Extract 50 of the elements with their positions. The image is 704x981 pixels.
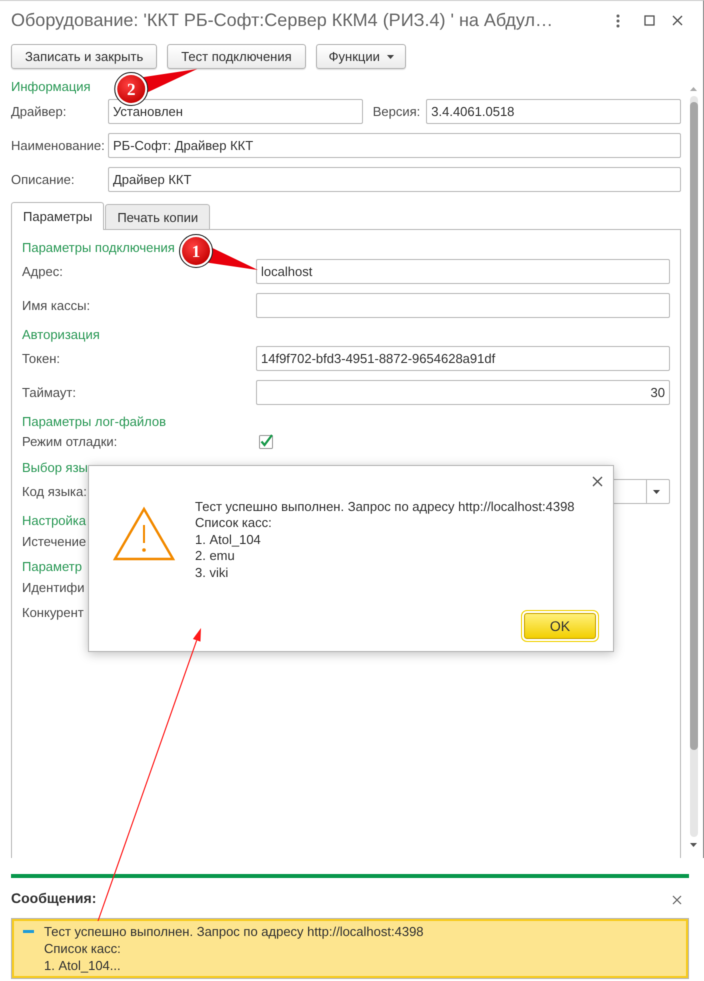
text-field[interactable]: Драйвер ККТ (108, 167, 681, 192)
maximize-icon[interactable] (644, 15, 655, 26)
section-header: Информация (11, 79, 91, 95)
messages-title: Сообщения: (11, 890, 96, 906)
close-icon[interactable] (672, 15, 683, 26)
numbered-callout: 2 (114, 69, 198, 106)
section-header: Параметры лог-файлов (22, 414, 166, 430)
text-field[interactable] (256, 293, 670, 318)
message-text: Тест успешно выполнен. Запрос по адресу http://localhost:4398 Список касс: 1. Atol_104... (44, 923, 424, 974)
field-label: Описание: (11, 172, 74, 187)
field-label: Адрес: (22, 264, 63, 279)
field-label: Код языка: (22, 484, 87, 499)
scroll-down-icon[interactable] (690, 843, 697, 847)
field-label: Конкурент (22, 604, 84, 620)
text-field[interactable]: localhost (256, 259, 670, 284)
section-header: Выбор язы (22, 460, 88, 476)
section-header: Настройка (22, 513, 86, 529)
field-label: Имя кассы: (22, 298, 90, 313)
section-header: Параметры подключения (22, 240, 175, 256)
text-field[interactable]: РБ-Софт: Драйвер ККТ (108, 133, 681, 158)
checkbox[interactable] (258, 433, 274, 450)
save-and-close-button[interactable]: Записать и закрыть (11, 44, 158, 69)
section-header: Авторизация (22, 327, 100, 343)
number-field[interactable]: 30 (256, 380, 670, 405)
field-label: Драйвер: (11, 104, 66, 119)
caret-icon (386, 54, 394, 58)
warning-icon (113, 506, 175, 562)
numbered-callout: 1 (179, 234, 258, 270)
field-label: Наименование: (11, 138, 105, 153)
text-field[interactable]: 14f9f702-bfd3-4951-8872-9654628a91df (256, 346, 670, 371)
tab[interactable]: Печать копии (105, 204, 210, 229)
text-field[interactable]: Установлен (108, 99, 363, 124)
field-label: Таймаут: (22, 385, 76, 400)
field-label: Истечение (22, 534, 86, 548)
test-connection-button[interactable]: Тест подключения (167, 44, 306, 69)
field-label: Идентифи (22, 580, 85, 594)
close-icon[interactable] (592, 476, 603, 486)
caret-icon (652, 490, 660, 494)
kebab-menu-icon[interactable] (616, 14, 620, 28)
field-label: Режим отладки: (22, 434, 118, 449)
section-header: Параметр (22, 559, 82, 575)
dialog-message: Тест успешно выполнен. Запрос по адресу http://localhost:4398 Список касс: 1. Atol_104 2. emu 3. viki (195, 499, 575, 582)
field-label: Версия: (372, 104, 422, 119)
functions-menu-button[interactable]: Функции (316, 44, 406, 69)
close-icon[interactable] (672, 894, 682, 904)
field-label: Токен: (22, 351, 60, 366)
ok-button[interactable]: OK (524, 613, 596, 639)
text-field[interactable]: 3.4.4061.0518 (426, 99, 681, 124)
window-title: Оборудование: 'ККТ РБ-Софт:Сервер ККМ4 (РИЗ.4) ' на Абдул… (11, 10, 554, 31)
tab[interactable]: Параметры (11, 202, 104, 230)
